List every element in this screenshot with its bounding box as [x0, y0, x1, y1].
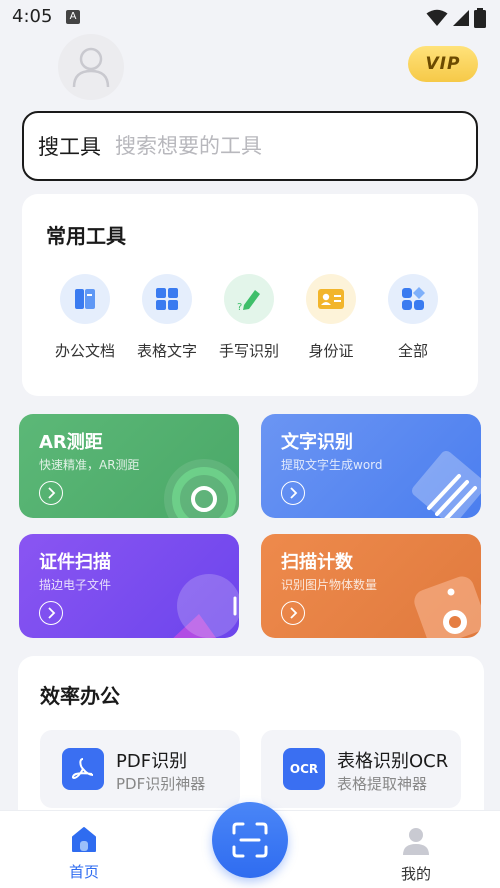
id-card-icon — [306, 274, 356, 324]
user-icon — [72, 47, 110, 88]
nav-home[interactable]: 首页 — [54, 825, 114, 882]
arrow-right-icon — [39, 481, 63, 505]
ar-target-icon — [164, 459, 239, 518]
tool-all[interactable]: 全部 — [372, 274, 454, 361]
nav-mine[interactable]: 我的 — [386, 825, 446, 884]
profile-icon — [403, 828, 429, 855]
home-icon — [72, 827, 96, 852]
scan-button[interactable] — [212, 802, 288, 878]
vip-label: VIP — [425, 54, 461, 74]
pdf-icon — [62, 748, 104, 790]
grid-icon — [142, 274, 192, 324]
scan-lens-icon — [173, 574, 239, 638]
tool-office-docs[interactable]: 办公文档 — [44, 274, 126, 361]
vip-badge[interactable]: VIP — [408, 46, 478, 82]
arrow-right-icon — [281, 481, 305, 505]
svg-text:?: ? — [237, 302, 242, 313]
status-time: 4:05 — [12, 6, 53, 27]
status-bar: 4:05 A — [0, 0, 500, 34]
tool-label: 办公文档 — [54, 342, 115, 360]
arrow-right-icon — [281, 601, 305, 625]
nav-mine-label: 我的 — [400, 865, 431, 883]
feature-title: 文字识别 — [281, 432, 353, 453]
scan-icon — [232, 822, 268, 858]
tool-label: 表格文字 — [136, 342, 197, 360]
tool-label: 手写识别 — [218, 342, 279, 360]
eff-item-desc: PDF识别神器 — [116, 775, 206, 793]
feature-subtitle: 提取文字生成word — [281, 458, 383, 472]
search-label: 搜工具 — [38, 135, 101, 159]
search-bar[interactable]: 搜工具 — [22, 111, 478, 181]
feature-card-text-recognition[interactable]: 文字识别 提取文字生成word — [261, 414, 481, 518]
document-lines-icon — [412, 451, 481, 518]
pen-icon: ? — [224, 274, 274, 324]
notification-icon: A — [66, 10, 80, 24]
feature-subtitle: 快速精准，AR测距 — [39, 458, 140, 472]
apps-icon — [388, 274, 438, 324]
signal-icon — [453, 10, 469, 26]
tool-id-card[interactable]: 身份证 — [290, 274, 372, 361]
feature-title: 扫描计数 — [281, 552, 353, 573]
wifi-icon — [426, 9, 448, 26]
document-icon — [60, 274, 110, 324]
user-avatar[interactable] — [58, 34, 124, 100]
common-tools-card: 常用工具 办公文档 表格文字 ? 手写识别 身份证 全部 — [22, 194, 478, 396]
status-icons — [426, 8, 486, 28]
feature-subtitle: 描边电子文件 — [39, 578, 112, 592]
eff-item-pdf[interactable]: PDF识别 PDF识别神器 — [40, 730, 240, 808]
feature-card-ar-measure[interactable]: AR测距 快速精准，AR测距 — [19, 414, 239, 518]
eff-item-name: PDF识别 — [116, 751, 188, 772]
ocr-icon: OCR — [283, 748, 325, 790]
ocr-icon-text: OCR — [289, 762, 319, 776]
search-input[interactable] — [115, 134, 435, 158]
feature-card-scan-count[interactable]: 扫描计数 识别图片物体数量 — [261, 534, 481, 638]
eff-item-name: 表格识别OCR — [337, 751, 449, 772]
battery-icon — [474, 8, 486, 28]
feature-title: AR测距 — [39, 432, 103, 453]
tool-label: 身份证 — [308, 342, 354, 360]
feature-card-id-scan[interactable]: 证件扫描 描边电子文件 — [19, 534, 239, 638]
eff-item-desc: 表格提取神器 — [337, 775, 428, 793]
arrow-right-icon — [39, 601, 63, 625]
tool-label: 全部 — [397, 342, 428, 360]
efficiency-title: 效率办公 — [40, 684, 120, 708]
nav-home-label: 首页 — [68, 863, 99, 881]
feature-subtitle: 识别图片物体数量 — [281, 578, 378, 592]
tool-table-text[interactable]: 表格文字 — [126, 274, 208, 361]
common-tools-title: 常用工具 — [46, 224, 126, 248]
feature-title: 证件扫描 — [39, 552, 111, 573]
tag-icon — [414, 576, 481, 638]
eff-item-table-ocr[interactable]: OCR 表格识别OCR 表格提取神器 — [261, 730, 461, 808]
tool-handwriting[interactable]: ? 手写识别 — [208, 274, 290, 361]
